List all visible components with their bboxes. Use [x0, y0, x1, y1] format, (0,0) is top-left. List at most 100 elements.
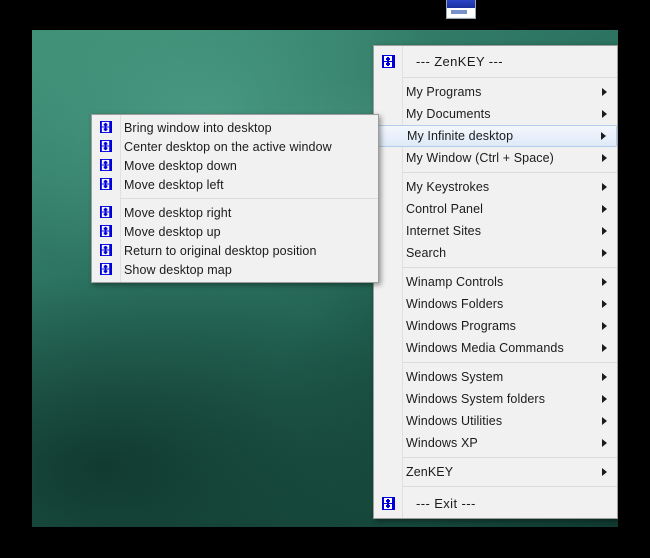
chevron-right-icon: [597, 300, 611, 308]
chevron-right-icon: [597, 227, 611, 235]
menu-item-windows-utilities[interactable]: Windows Utilities: [374, 410, 617, 432]
chevron-right-icon: [597, 322, 611, 330]
menu-group: ZenKEY: [374, 461, 617, 483]
menu-item-my-window[interactable]: My Window (Ctrl + Space): [374, 147, 617, 169]
menu-group: My Keystrokes Control Panel Internet Sit…: [374, 176, 617, 264]
menu-item-exit[interactable]: --- Exit ---: [374, 490, 617, 516]
chevron-right-icon: [597, 205, 611, 213]
menu-separator: [402, 486, 617, 487]
zenkey-icon: [92, 140, 120, 153]
zenkey-main-menu[interactable]: --- ZenKEY --- My Programs My Documents …: [373, 45, 618, 519]
submenu-item-label: Move desktop up: [124, 224, 221, 239]
menu-item-label: Control Panel: [406, 202, 484, 216]
menu-item-label: Windows Utilities: [406, 414, 503, 428]
menu-item-search[interactable]: Search: [374, 242, 617, 264]
menu-group: Winamp Controls Windows Folders Windows …: [374, 271, 617, 359]
menu-separator: [402, 267, 617, 268]
zenkey-icon: [92, 244, 120, 257]
menu-item-exit-label: --- Exit ---: [416, 495, 476, 511]
menu-item-label: Winamp Controls: [406, 275, 504, 289]
chevron-right-icon: [597, 88, 611, 96]
chevron-right-icon: [597, 154, 611, 162]
menu-item-label: My Window (Ctrl + Space): [406, 151, 554, 165]
submenu-item-move-desktop-up[interactable]: Move desktop up: [92, 222, 378, 241]
zenkey-icon: [92, 225, 120, 238]
menu-item-windows-media-commands[interactable]: Windows Media Commands: [374, 337, 617, 359]
submenu-item-label: Bring window into desktop: [124, 120, 272, 135]
menu-item-label: Windows XP: [406, 436, 478, 450]
zenkey-icon: [374, 54, 402, 68]
menu-separator: [402, 77, 617, 78]
submenu-group: Bring window into desktop Center desktop…: [92, 118, 378, 194]
zenkey-icon: [92, 159, 120, 172]
menu-title-zenkey: --- ZenKEY ---: [374, 48, 617, 74]
menu-item-my-infinite-desktop[interactable]: My Infinite desktop: [374, 125, 617, 147]
menu-item-label: My Documents: [406, 107, 491, 121]
submenu-group: Move desktop right Move desktop up Retur…: [92, 203, 378, 279]
minimized-window-fragment[interactable]: [446, 0, 476, 19]
menu-item-my-documents[interactable]: My Documents: [374, 103, 617, 125]
zenkey-icon: [92, 263, 120, 276]
menu-item-windows-system-folders[interactable]: Windows System folders: [374, 388, 617, 410]
chevron-right-icon: [597, 417, 611, 425]
menu-item-label: Search: [406, 246, 447, 260]
menu-item-label: My Keystrokes: [406, 180, 490, 194]
menu-item-windows-folders[interactable]: Windows Folders: [374, 293, 617, 315]
menu-item-windows-programs[interactable]: Windows Programs: [374, 315, 617, 337]
menu-item-label: Windows Folders: [406, 297, 504, 311]
menu-item-windows-xp[interactable]: Windows XP: [374, 432, 617, 454]
submenu-separator: [120, 198, 378, 199]
zenkey-icon: [374, 496, 402, 510]
my-infinite-desktop-submenu[interactable]: Bring window into desktop Center desktop…: [91, 114, 379, 283]
menu-item-label: Internet Sites: [406, 224, 482, 238]
menu-item-label: ZenKEY: [406, 465, 454, 479]
menu-item-label: Windows Media Commands: [406, 341, 564, 355]
menu-item-my-keystrokes[interactable]: My Keystrokes: [374, 176, 617, 198]
menu-item-my-programs[interactable]: My Programs: [374, 81, 617, 103]
chevron-right-icon: [597, 278, 611, 286]
menu-item-label: Windows System: [406, 370, 504, 384]
menu-separator: [402, 457, 617, 458]
submenu-item-label: Move desktop left: [124, 177, 224, 192]
submenu-item-return-to-original-desktop-position[interactable]: Return to original desktop position: [92, 241, 378, 260]
chevron-right-icon: [597, 439, 611, 447]
chevron-right-icon: [597, 183, 611, 191]
submenu-item-label: Center desktop on the active window: [124, 139, 332, 154]
submenu-item-label: Move desktop down: [124, 158, 237, 173]
window-fragment-titlebar: [447, 0, 475, 8]
submenu-item-label: Move desktop right: [124, 205, 232, 220]
menu-group: Windows System Windows System folders Wi…: [374, 366, 617, 454]
menu-item-windows-system[interactable]: Windows System: [374, 366, 617, 388]
submenu-item-label: Return to original desktop position: [124, 243, 317, 258]
chevron-right-icon: [597, 468, 611, 476]
menu-title-label: --- ZenKEY ---: [416, 53, 503, 69]
menu-item-label: My Infinite desktop: [407, 129, 514, 143]
submenu-item-show-desktop-map[interactable]: Show desktop map: [92, 260, 378, 279]
chevron-right-icon: [597, 249, 611, 257]
submenu-item-label: Show desktop map: [124, 262, 232, 277]
menu-group: My Programs My Documents My Infinite des…: [374, 81, 617, 169]
submenu-item-center-desktop-on-active-window[interactable]: Center desktop on the active window: [92, 137, 378, 156]
window-fragment-body: [447, 8, 475, 17]
submenu-item-move-desktop-down[interactable]: Move desktop down: [92, 156, 378, 175]
submenu-item-move-desktop-right[interactable]: Move desktop right: [92, 203, 378, 222]
zenkey-icon: [92, 206, 120, 219]
menu-item-internet-sites[interactable]: Internet Sites: [374, 220, 617, 242]
submenu-item-bring-window-into-desktop[interactable]: Bring window into desktop: [92, 118, 378, 137]
menu-separator: [402, 362, 617, 363]
chevron-right-icon: [597, 395, 611, 403]
chevron-right-icon: [597, 110, 611, 118]
menu-item-label: Windows Programs: [406, 319, 516, 333]
chevron-right-icon: [597, 344, 611, 352]
zenkey-icon: [92, 178, 120, 191]
menu-item-zenkey[interactable]: ZenKEY: [374, 461, 617, 483]
chevron-right-icon: [596, 132, 610, 140]
menu-separator: [402, 172, 617, 173]
menu-item-control-panel[interactable]: Control Panel: [374, 198, 617, 220]
submenu-item-move-desktop-left[interactable]: Move desktop left: [92, 175, 378, 194]
menu-item-label: My Programs: [406, 85, 482, 99]
zenkey-icon: [92, 121, 120, 134]
menu-item-label: Windows System folders: [406, 392, 546, 406]
chevron-right-icon: [597, 373, 611, 381]
menu-item-winamp-controls[interactable]: Winamp Controls: [374, 271, 617, 293]
